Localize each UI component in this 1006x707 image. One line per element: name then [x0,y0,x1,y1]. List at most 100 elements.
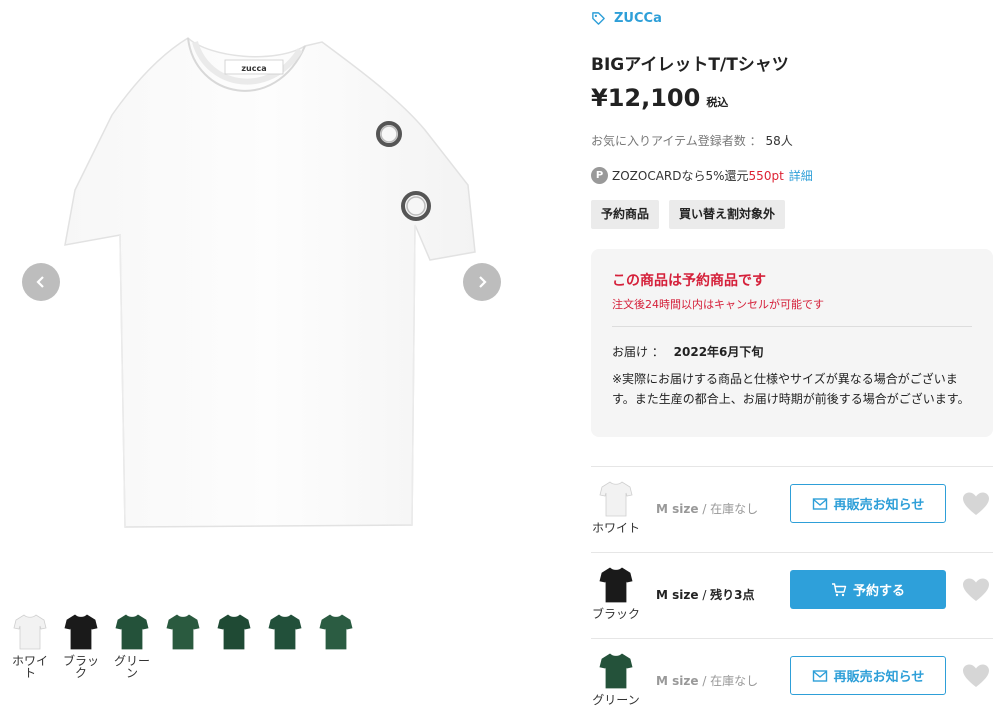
divider [591,466,993,467]
thumbnail-3[interactable] [163,612,203,679]
thumbnail-image[interactable] [63,612,99,652]
chevron-left-icon [36,276,44,288]
variant-stock: 残り3点 [710,588,755,602]
favorites-label: お気に入りアイテム登録者数 ： [591,134,762,148]
product-title: BIGアイレットT/Tシャツ [591,55,789,75]
delivery-date: 2022年6月下旬 [673,345,764,359]
zozocard-points: 550pt [748,168,784,183]
thumbnail-image[interactable] [318,612,354,652]
thumbnail-image[interactable] [12,612,48,652]
product-gallery: zucca ホワイト ブラック グリーン [0,0,585,707]
shirt-icon [319,614,353,650]
variant-size: M size [656,502,699,516]
variant-thumbnail[interactable]: グリーン [591,652,641,707]
brand-name[interactable]: ZUCCa [614,11,662,26]
variant-stock: 在庫なし [710,502,759,516]
tag-list: 予約商品 買い替え割対象外 [591,200,795,229]
shirt-icon [599,653,633,689]
divider [591,552,993,553]
shirt-icon [166,614,200,650]
delivery-label: お届け ： [612,345,664,359]
button-label: 予約する [852,584,905,599]
preorder-subtitle: 注文後24時間以内はキャンセルが可能です [612,298,824,311]
variant-size-stock: M size / 在庫なし [656,500,758,517]
button-label: 再販売お知らせ [833,670,925,685]
variant-row: グリーン M size / 在庫なし 再販売お知らせ [591,652,1006,707]
shirt-icon [599,567,633,603]
restock-notify-button[interactable]: 再販売お知らせ [790,656,946,695]
price: ¥12,100 税込 [591,84,728,112]
thumbnail-6[interactable] [316,612,356,679]
preorder-notice: この商品は予約商品です 注文後24時間以内はキャンセルが可能です お届け ： 2… [591,249,993,437]
chevron-right-icon [479,276,487,288]
separator: / [698,674,711,688]
heart-icon [963,578,989,601]
favorite-button[interactable] [962,577,990,603]
shirt-icon [13,614,47,650]
thumbnail-label: ホワイト [11,654,48,680]
shirt-icon [64,614,98,650]
shirt-icon [599,481,633,517]
thumbnail-1[interactable]: ブラック [61,612,101,679]
preorder-note: ※実際にお届けする商品と仕様やサイズが異なる場合がございます。また生産の都合上、… [612,372,970,406]
variant-color-name: ホワイト [591,521,640,535]
thumbnail-image[interactable] [216,612,252,652]
variant-color-name: ブラック [591,607,640,621]
divider [591,638,993,639]
favorites-count: お気に入りアイテム登録者数 ： 58人 [591,132,793,149]
thumbnail-image[interactable] [165,612,201,652]
variant-thumbnail[interactable]: ブラック [591,566,641,622]
zozocard-text: ZOZOCARDなら5%還元 [612,169,749,183]
heart-icon [963,664,989,687]
mail-icon [812,669,827,682]
favorite-button[interactable] [962,663,990,689]
thumbnail-image[interactable] [114,612,150,652]
separator: / [698,502,711,516]
tag-no-trade-in: 買い替え割対象外 [669,200,786,229]
shirt-icon [268,614,302,650]
preorder-title: この商品は予約商品です [612,273,766,289]
thumbnail-label: グリーン [113,654,150,680]
mail-icon [812,497,827,510]
price-value: ¥12,100 [591,84,701,112]
favorites-number: 58人 [765,134,793,148]
variant-row: ブラック M size / 残り3点 予約する [591,566,1006,632]
delivery-info: お届け ： 2022年6月下旬 [612,343,763,360]
tag-preorder: 予約商品 [591,200,660,229]
separator: / [698,588,711,602]
brand-label-text: zucca [241,64,266,73]
reserve-button[interactable]: 予約する [790,570,946,609]
variant-size-stock: M size / 残り3点 [656,586,755,603]
thumbnail-image[interactable] [267,612,303,652]
variant-stock: 在庫なし [710,674,759,688]
brand-link[interactable]: ZUCCa [591,11,662,26]
button-label: 再販売お知らせ [833,498,925,513]
prev-image-button[interactable] [22,263,60,301]
thumbnail-0[interactable]: ホワイト [10,612,50,679]
main-product-image[interactable]: zucca [20,20,520,540]
variant-thumbnail[interactable]: ホワイト [591,480,641,536]
thumbnail-4[interactable] [214,612,254,679]
zozocard-info: P ZOZOCARDなら5%還元 550pt 詳細 [591,167,813,184]
thumbnail-2[interactable]: グリーン [112,612,152,679]
favorite-button[interactable] [962,491,990,517]
variant-size: M size [656,674,699,688]
variant-size: M size [656,588,699,602]
thumbnail-strip: ホワイト ブラック グリーン [10,612,367,679]
zozocard-detail-link[interactable]: 詳細 [789,167,813,184]
shirt-icon [115,614,149,650]
next-image-button[interactable] [463,263,501,301]
restock-notify-button[interactable]: 再販売お知らせ [790,484,946,523]
cart-icon [831,582,847,596]
thumbnail-5[interactable] [265,612,305,679]
variant-row: ホワイト M size / 在庫なし 再販売お知らせ [591,480,1006,546]
tag-icon [592,12,605,25]
variant-color-name: グリーン [592,693,640,707]
shirt-icon [217,614,251,650]
thumbnail-label: ブラック [62,654,99,680]
heart-icon [963,492,989,515]
price-tax-label: 税込 [706,96,729,109]
point-icon: P [591,167,608,184]
variant-size-stock: M size / 在庫なし [656,672,758,689]
divider [612,326,972,327]
